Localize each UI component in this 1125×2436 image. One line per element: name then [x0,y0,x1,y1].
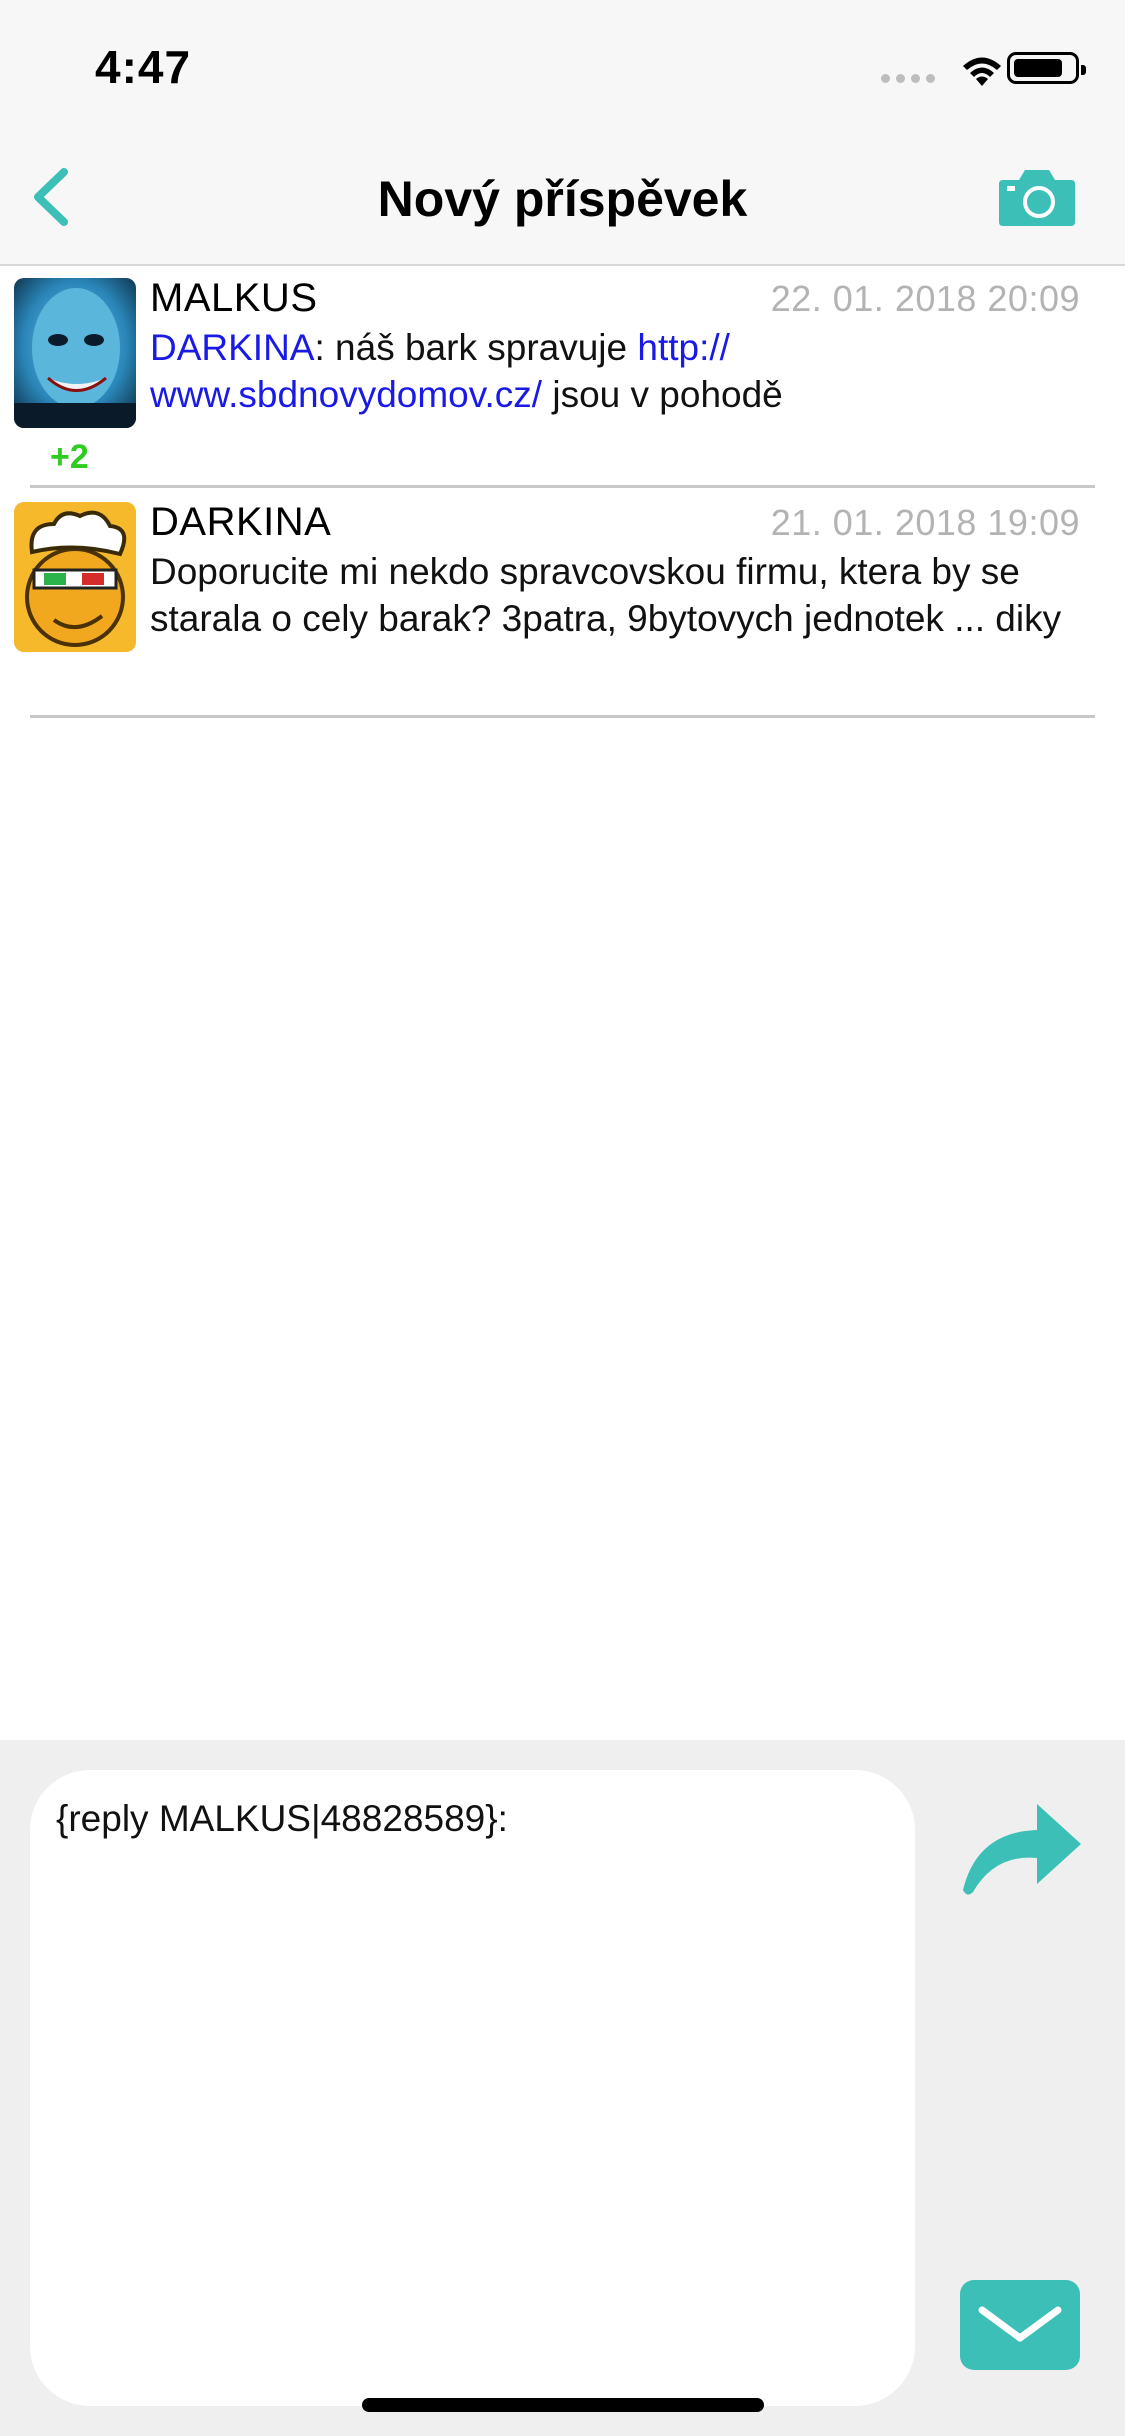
post-item[interactable]: +2 MALKUS 22. 01. 2018 20:09 DARKINA: ná… [0,266,1125,488]
reply-input[interactable]: {reply MALKUS|48828589}: [30,1770,915,2406]
send-mail-button[interactable] [960,2280,1080,2370]
post-item[interactable]: DARKINA 21. 01. 2018 19:09 Doporucite mi… [0,488,1125,718]
status-bar: 4:47 [0,0,1125,132]
share-arrow-icon[interactable] [955,1792,1085,1902]
reply-mention-link[interactable]: DARKINA [150,327,314,368]
post-date: 21. 01. 2018 19:09 [770,502,1080,543]
compose-area: {reply MALKUS|48828589}: [0,1740,1125,2436]
wifi-icon [963,57,1001,86]
post-date: 22. 01. 2018 20:09 [770,278,1080,319]
post-author[interactable]: DARKINA [150,500,331,545]
post-body: Doporucite mi nekdo spravcovskou firmu, … [150,551,1062,639]
battery-icon [1007,52,1086,84]
post-author[interactable]: MALKUS [150,276,318,321]
vote-count: +2 [50,438,89,476]
divider [30,715,1095,718]
avatar[interactable] [14,502,136,652]
url-link[interactable]: http:// [637,327,730,368]
post-text: jsou v pohodě [542,374,783,415]
post-text: : náš bark spravuje [314,327,638,368]
post-feed: +2 MALKUS 22. 01. 2018 20:09 DARKINA: ná… [0,266,1125,718]
cellular-signal-icon [881,74,935,83]
page-title: Nový příspěvek [377,171,748,227]
avatar[interactable] [14,278,136,428]
url-link[interactable]: www.sbdnovydomov.cz/ [150,374,542,415]
home-indicator[interactable] [362,2398,764,2412]
post-body: DARKINA: náš bark spravuje http:// www.sb… [150,324,1075,418]
envelope-icon [978,2306,1062,2342]
reply-input-text: {reply MALKUS|48828589}: [56,1798,508,1839]
status-time: 4:47 [95,41,192,93]
navigation-bar: Nový příspěvek [0,132,1125,266]
camera-icon[interactable] [997,164,1077,228]
